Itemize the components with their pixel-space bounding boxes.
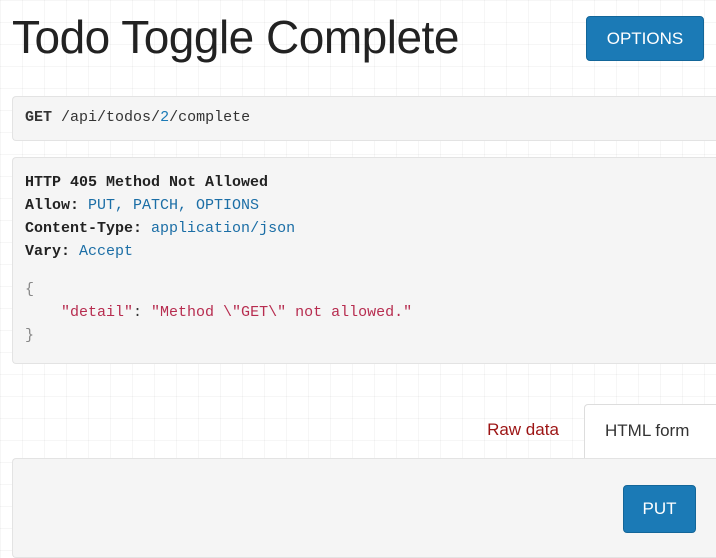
response-header-key: Content-Type: [25,220,143,237]
request-method: GET [25,109,53,126]
form-tabs: Raw data HTML form [0,404,716,461]
json-value: "Method \"GET\" not allowed." [151,304,413,321]
request-path-suffix: /complete [169,109,251,126]
request-info: GET /api/todos/2/complete [12,96,716,141]
response-header-key: Allow: [25,197,80,214]
json-key: "detail" [61,304,134,321]
response-header-row: Vary: Accept [25,240,716,263]
tab-html-form[interactable]: HTML form [584,404,716,461]
response-header-value: Accept [79,243,134,260]
tab-raw-data[interactable]: Raw data [470,420,576,444]
json-separator: : [133,304,152,321]
response-status: HTTP 405 Method Not Allowed [25,174,269,191]
response-header-value: application/json [151,220,296,237]
put-button[interactable]: PUT [623,485,696,533]
request-path-id: 2 [160,109,170,126]
options-button[interactable]: OPTIONS [586,16,704,61]
response-header-row: Allow: PUT, PATCH, OPTIONS [25,194,716,217]
response-header-key: Vary: [25,243,71,260]
response-header-row: Content-Type: application/json [25,217,716,240]
page-title: Todo Toggle Complete [12,11,459,63]
response-info: HTTP 405 Method Not Allowed Allow: PUT, P… [12,157,716,364]
json-open-brace: { [25,281,35,298]
request-path-prefix: /api/todos/ [61,109,161,126]
html-form-panel [12,458,716,558]
json-close-brace: } [25,327,35,344]
response-header-value: PUT, PATCH, OPTIONS [88,197,260,214]
